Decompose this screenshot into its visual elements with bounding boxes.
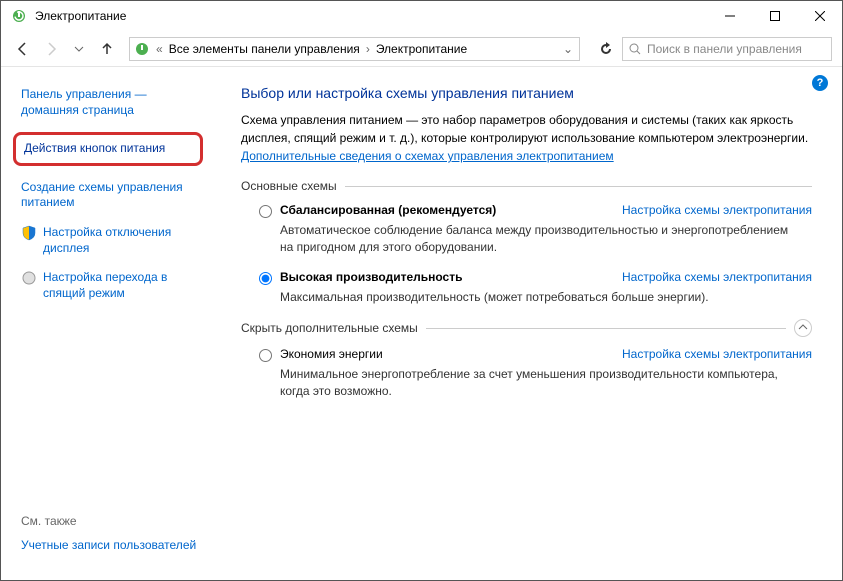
plan-balanced: Сбалансированная (рекомендуется) Настрой… (241, 203, 812, 256)
plan-name[interactable]: Экономия энергии (280, 347, 602, 361)
content: ? Панель управления — домашняя страница … (1, 67, 842, 580)
see-also-heading: См. также (21, 514, 199, 528)
moon-icon (21, 270, 37, 286)
sidebar-user-accounts-link[interactable]: Учетные записи пользователей (21, 538, 199, 554)
minimize-button[interactable] (707, 1, 752, 31)
plan-eco-radio[interactable] (259, 349, 272, 362)
control-panel-icon (134, 41, 150, 57)
breadcrumb-segment[interactable]: Электропитание (372, 42, 471, 56)
chevron-left-icon: « (154, 42, 165, 56)
plan-balanced-radio[interactable] (259, 205, 272, 218)
sidebar-power-buttons-link[interactable]: Действия кнопок питания (13, 132, 203, 166)
help-icon[interactable]: ? (812, 75, 828, 91)
search-input[interactable]: Поиск в панели управления (622, 37, 832, 61)
sidebar-sleep-link[interactable]: Настройка перехода в спящий режим (43, 270, 199, 301)
maximize-button[interactable] (752, 1, 797, 31)
plan-settings-link[interactable]: Настройка схемы электропитания (622, 203, 812, 217)
plan-energy-saver: Экономия энергии Настройка схемы электро… (241, 347, 812, 400)
sidebar-display-off-link[interactable]: Настройка отключения дисплея (43, 225, 199, 256)
plan-name[interactable]: Сбалансированная (рекомендуется) (280, 203, 602, 217)
section-hidden-plans: Скрыть дополнительные схемы (241, 319, 812, 337)
plan-description: Максимальная производительность (может п… (280, 289, 812, 306)
plan-description: Минимальное энергопотребление за счет ум… (280, 366, 812, 400)
section-main-plans: Основные схемы (241, 179, 812, 193)
plan-settings-link[interactable]: Настройка схемы электропитания (622, 270, 812, 284)
window-title: Электропитание (35, 9, 707, 23)
plan-name[interactable]: Высокая производительность (280, 270, 602, 284)
recent-dropdown[interactable] (67, 37, 91, 61)
sidebar: Панель управления — домашняя страница Де… (1, 67, 211, 580)
chevron-down-icon[interactable]: ⌄ (561, 42, 575, 56)
plan-high-radio[interactable] (259, 272, 272, 285)
plan-high-performance: Высокая производительность Настройка схе… (241, 270, 812, 306)
main-panel: Выбор или настройка схемы управления пит… (211, 67, 842, 580)
close-button[interactable] (797, 1, 842, 31)
search-icon (629, 43, 641, 55)
forward-button[interactable] (39, 37, 63, 61)
search-placeholder: Поиск в панели управления (647, 42, 802, 56)
breadcrumb[interactable]: « Все элементы панели управления › Элект… (129, 37, 580, 61)
shield-icon (21, 225, 37, 241)
page-description: Схема управления питанием — это набор па… (241, 111, 812, 165)
plan-description: Автоматическое соблюдение баланса между … (280, 222, 812, 256)
plan-settings-link[interactable]: Настройка схемы электропитания (622, 347, 812, 361)
refresh-button[interactable] (594, 37, 618, 61)
window-controls (707, 1, 842, 31)
sidebar-create-plan-link[interactable]: Создание схемы управления питанием (21, 180, 199, 211)
sidebar-home-link[interactable]: Панель управления — домашняя страница (21, 87, 199, 118)
window: Электропитание « Все элементы панели упр… (0, 0, 843, 581)
learn-more-link[interactable]: Дополнительные сведения о схемах управле… (241, 149, 614, 163)
titlebar: Электропитание (1, 1, 842, 31)
collapse-button[interactable] (794, 319, 812, 337)
power-icon (11, 8, 27, 24)
breadcrumb-segment[interactable]: Все элементы панели управления (165, 42, 364, 56)
chevron-right-icon: › (364, 42, 372, 56)
back-button[interactable] (11, 37, 35, 61)
navbar: « Все элементы панели управления › Элект… (1, 31, 842, 67)
page-title: Выбор или настройка схемы управления пит… (241, 85, 812, 101)
up-button[interactable] (95, 37, 119, 61)
